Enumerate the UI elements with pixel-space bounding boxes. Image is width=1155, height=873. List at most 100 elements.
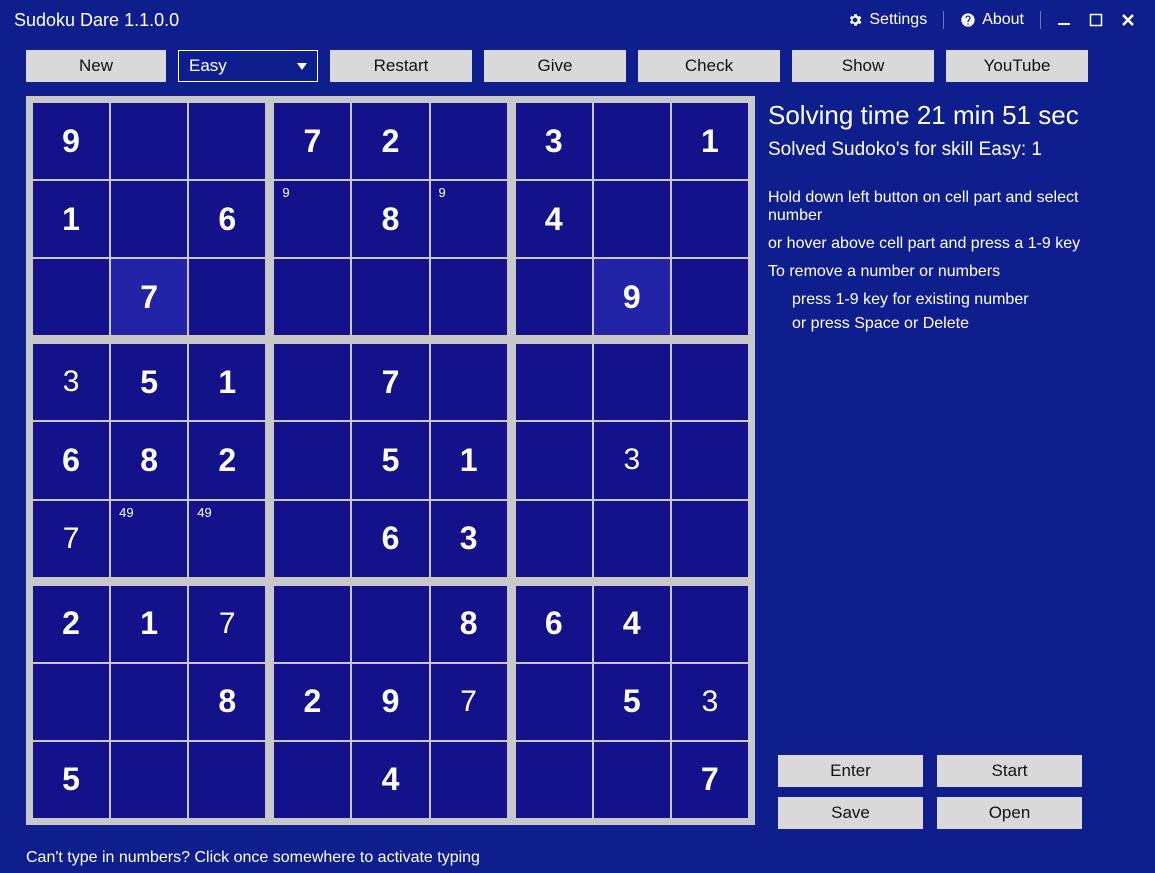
sudoku-cell[interactable] bbox=[33, 259, 109, 335]
sudoku-cell[interactable] bbox=[516, 664, 592, 740]
sudoku-cell[interactable]: 4 bbox=[594, 586, 670, 662]
show-button[interactable]: Show bbox=[792, 50, 934, 82]
sudoku-cell[interactable]: 8 bbox=[352, 181, 428, 257]
settings-link[interactable]: Settings bbox=[841, 9, 933, 31]
sudoku-cell[interactable]: 9 bbox=[274, 181, 350, 257]
sudoku-cell[interactable]: 9 bbox=[352, 664, 428, 740]
sudoku-cell[interactable]: 1 bbox=[431, 422, 507, 498]
new-button[interactable]: New bbox=[26, 50, 166, 82]
sudoku-cell[interactable] bbox=[672, 422, 748, 498]
sudoku-cell[interactable] bbox=[594, 181, 670, 257]
sudoku-cell[interactable]: 7 bbox=[274, 103, 350, 179]
sudoku-cell[interactable]: 8 bbox=[111, 422, 187, 498]
sudoku-cell[interactable]: 3 bbox=[431, 501, 507, 577]
sudoku-cell[interactable]: 7 bbox=[672, 742, 748, 818]
youtube-button[interactable]: YouTube bbox=[946, 50, 1088, 82]
sudoku-cell[interactable] bbox=[431, 259, 507, 335]
hint-text: or press Space or Delete bbox=[792, 315, 1135, 333]
sudoku-cell[interactable]: 7 bbox=[189, 586, 265, 662]
sudoku-cell[interactable] bbox=[594, 742, 670, 818]
sudoku-cell[interactable]: 9 bbox=[431, 181, 507, 257]
sudoku-cell[interactable] bbox=[274, 422, 350, 498]
sudoku-cell[interactable]: 2 bbox=[274, 664, 350, 740]
sudoku-cell[interactable] bbox=[111, 742, 187, 818]
save-button[interactable]: Save bbox=[778, 797, 923, 829]
sudoku-cell[interactable] bbox=[516, 259, 592, 335]
sudoku-cell[interactable] bbox=[352, 586, 428, 662]
sudoku-cell[interactable] bbox=[274, 586, 350, 662]
sudoku-cell[interactable] bbox=[274, 344, 350, 420]
cell-value: 8 bbox=[189, 664, 265, 740]
sudoku-cell[interactable]: 5 bbox=[111, 344, 187, 420]
sudoku-cell[interactable]: 9 bbox=[594, 259, 670, 335]
restart-button[interactable]: Restart bbox=[330, 50, 472, 82]
sudoku-cell[interactable]: 5 bbox=[594, 664, 670, 740]
sudoku-cell[interactable]: 6 bbox=[33, 422, 109, 498]
sudoku-cell[interactable] bbox=[672, 586, 748, 662]
sudoku-cell[interactable] bbox=[431, 344, 507, 420]
separator bbox=[1040, 11, 1041, 29]
sudoku-cell[interactable]: 6 bbox=[189, 181, 265, 257]
sudoku-cell[interactable] bbox=[274, 501, 350, 577]
difficulty-select[interactable]: Easy bbox=[178, 50, 318, 82]
sudoku-cell[interactable]: 3 bbox=[516, 103, 592, 179]
sudoku-cell[interactable] bbox=[274, 259, 350, 335]
sudoku-cell[interactable] bbox=[33, 664, 109, 740]
sudoku-cell[interactable]: 6 bbox=[516, 586, 592, 662]
sudoku-cell[interactable] bbox=[352, 259, 428, 335]
sudoku-cell[interactable] bbox=[672, 501, 748, 577]
sudoku-cell[interactable]: 9 bbox=[33, 103, 109, 179]
sudoku-cell[interactable] bbox=[274, 742, 350, 818]
sudoku-cell[interactable]: 7 bbox=[33, 501, 109, 577]
sudoku-cell[interactable] bbox=[594, 103, 670, 179]
sudoku-cell[interactable]: 5 bbox=[33, 742, 109, 818]
close-button[interactable] bbox=[1115, 7, 1141, 33]
open-button[interactable]: Open bbox=[937, 797, 1082, 829]
sudoku-cell[interactable]: 2 bbox=[33, 586, 109, 662]
sudoku-cell[interactable] bbox=[516, 501, 592, 577]
start-button[interactable]: Start bbox=[937, 755, 1082, 787]
sudoku-cell[interactable]: 49 bbox=[111, 501, 187, 577]
sudoku-cell[interactable] bbox=[516, 742, 592, 818]
sudoku-cell[interactable] bbox=[189, 103, 265, 179]
sudoku-cell[interactable]: 4 bbox=[352, 742, 428, 818]
sudoku-cell[interactable]: 1 bbox=[189, 344, 265, 420]
sudoku-cell[interactable] bbox=[672, 259, 748, 335]
sudoku-cell[interactable]: 6 bbox=[352, 501, 428, 577]
sudoku-cell[interactable]: 1 bbox=[33, 181, 109, 257]
sudoku-cell[interactable] bbox=[672, 181, 748, 257]
sudoku-cell[interactable] bbox=[111, 664, 187, 740]
sudoku-cell[interactable]: 5 bbox=[352, 422, 428, 498]
give-button[interactable]: Give bbox=[484, 50, 626, 82]
sudoku-cell[interactable]: 7 bbox=[111, 259, 187, 335]
sudoku-cell[interactable] bbox=[431, 742, 507, 818]
maximize-button[interactable] bbox=[1083, 7, 1109, 33]
sudoku-cell[interactable] bbox=[431, 103, 507, 179]
sudoku-cell[interactable] bbox=[594, 501, 670, 577]
sudoku-cell[interactable]: 7 bbox=[431, 664, 507, 740]
sudoku-cell[interactable] bbox=[672, 344, 748, 420]
sudoku-cell[interactable] bbox=[111, 181, 187, 257]
sudoku-cell[interactable]: 3 bbox=[33, 344, 109, 420]
about-link[interactable]: About bbox=[954, 9, 1030, 31]
sudoku-cell[interactable]: 3 bbox=[594, 422, 670, 498]
sudoku-cell[interactable] bbox=[189, 742, 265, 818]
sudoku-cell[interactable]: 2 bbox=[352, 103, 428, 179]
minimize-button[interactable] bbox=[1051, 7, 1077, 33]
sudoku-cell[interactable] bbox=[189, 259, 265, 335]
sudoku-cell[interactable]: 1 bbox=[672, 103, 748, 179]
sudoku-cell[interactable] bbox=[594, 344, 670, 420]
enter-button[interactable]: Enter bbox=[778, 755, 923, 787]
sudoku-cell[interactable]: 8 bbox=[431, 586, 507, 662]
sudoku-cell[interactable]: 2 bbox=[189, 422, 265, 498]
sudoku-cell[interactable]: 49 bbox=[189, 501, 265, 577]
sudoku-cell[interactable] bbox=[516, 422, 592, 498]
check-button[interactable]: Check bbox=[638, 50, 780, 82]
sudoku-cell[interactable]: 3 bbox=[672, 664, 748, 740]
sudoku-cell[interactable]: 7 bbox=[352, 344, 428, 420]
sudoku-cell[interactable]: 4 bbox=[516, 181, 592, 257]
sudoku-cell[interactable] bbox=[111, 103, 187, 179]
sudoku-cell[interactable]: 1 bbox=[111, 586, 187, 662]
sudoku-cell[interactable] bbox=[516, 344, 592, 420]
sudoku-cell[interactable]: 8 bbox=[189, 664, 265, 740]
